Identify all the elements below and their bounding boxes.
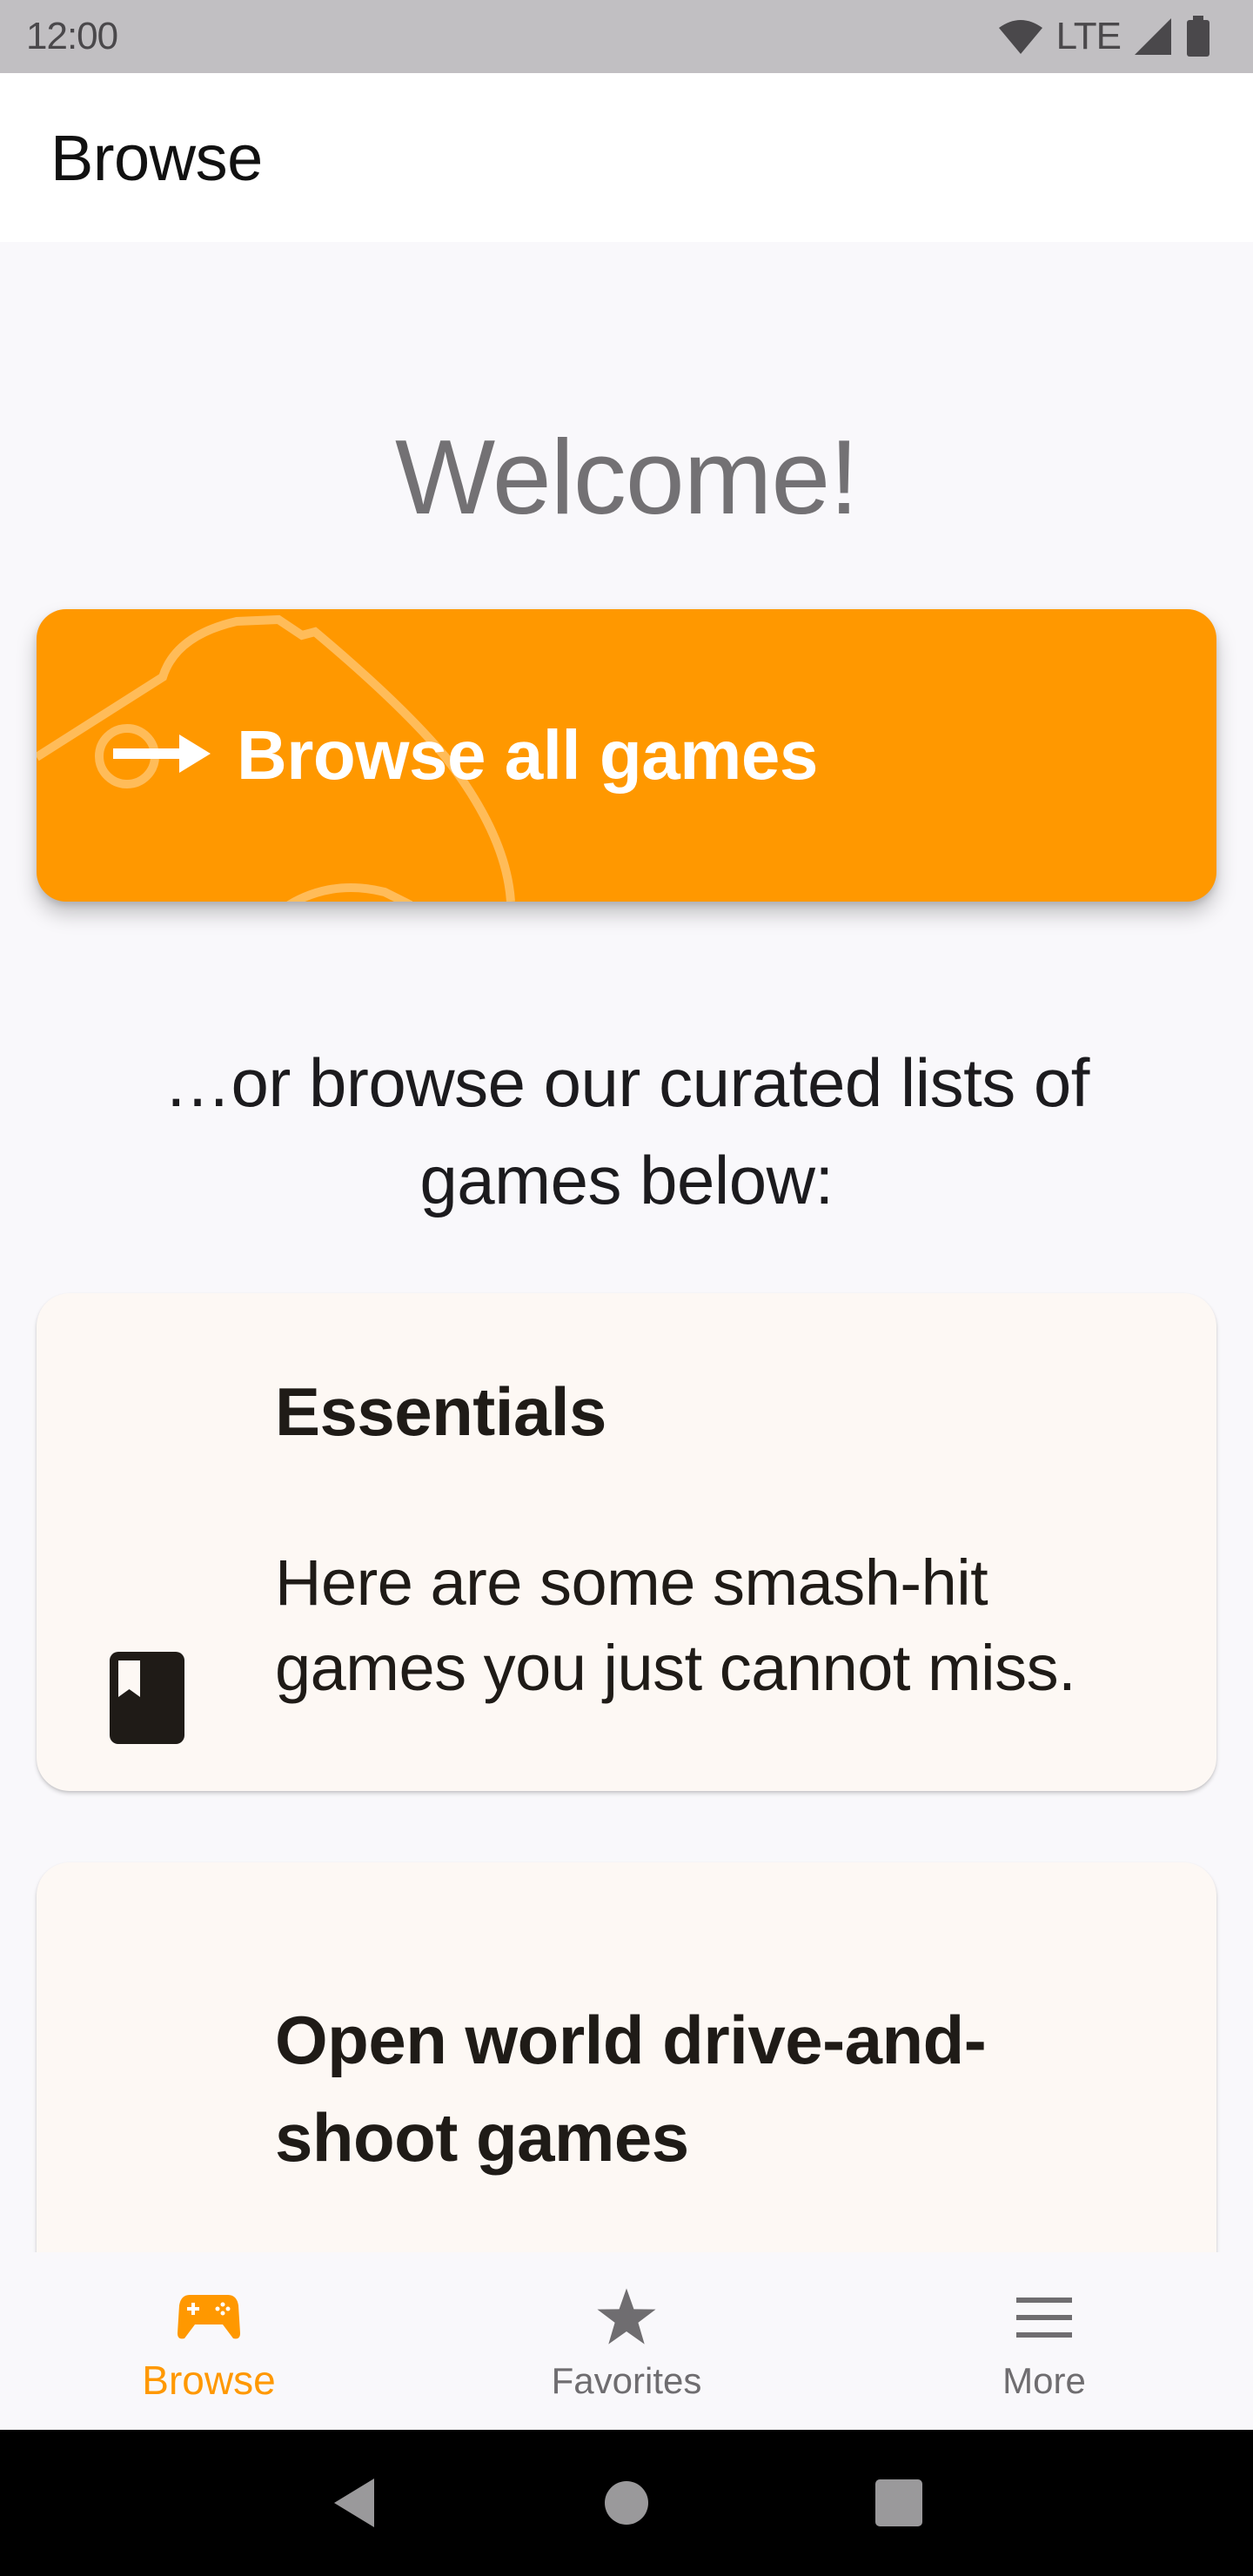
screen: 12:00 LTE Browse Welcome! Browse all gam… xyxy=(0,0,1253,2576)
bottom-navigation: Browse Favorites More xyxy=(0,2252,1253,2430)
gamepad-icon xyxy=(178,2287,240,2348)
app-bar: Browse xyxy=(0,73,1253,242)
status-icons: LTE xyxy=(997,15,1211,58)
nav-item-more[interactable]: More xyxy=(835,2252,1253,2430)
system-navigation-bar xyxy=(0,2430,1253,2576)
wifi-icon xyxy=(997,17,1044,56)
nav-label: Favorites xyxy=(551,2360,702,2401)
page-title: Browse xyxy=(50,121,263,194)
recents-icon[interactable] xyxy=(864,2468,934,2538)
arrow-right-icon xyxy=(113,729,211,782)
book-icon xyxy=(110,1652,184,1744)
nav-item-favorites[interactable]: Favorites xyxy=(418,2252,835,2430)
list-description: Here are some smash-hit games you just c… xyxy=(275,1546,1076,1704)
browse-all-content: Browse all games xyxy=(113,609,818,902)
list-card-essentials[interactable]: Essentials Here are some smash-hit games… xyxy=(37,1293,1216,1791)
back-icon[interactable] xyxy=(319,2468,389,2538)
home-icon[interactable] xyxy=(592,2468,661,2538)
list-title: Essentials xyxy=(275,1373,606,1450)
status-bar: 12:00 LTE xyxy=(0,0,1253,73)
content-scroll[interactable]: Welcome! Browse all games …or browse our… xyxy=(0,242,1253,2252)
list-card-open-world[interactable]: Open world drive-and-shoot games These g… xyxy=(37,1862,1216,2252)
menu-icon xyxy=(1016,2287,1072,2348)
welcome-heading: Welcome! xyxy=(394,418,859,536)
nav-label: Browse xyxy=(142,2358,276,2403)
list-title: Open world drive-and-shoot games xyxy=(275,2002,987,2176)
star-icon xyxy=(596,2287,657,2348)
browse-all-games-button[interactable]: Browse all games xyxy=(37,609,1216,902)
battery-icon xyxy=(1185,16,1211,57)
curated-lists-subtitle: …or browse our curated lists of games be… xyxy=(164,1044,1089,1218)
nav-item-browse[interactable]: Browse xyxy=(0,2252,418,2430)
network-type: LTE xyxy=(1055,15,1122,57)
status-time: 12:00 xyxy=(26,15,118,57)
browse-all-label: Browse all games xyxy=(237,716,818,794)
nav-label: More xyxy=(1002,2360,1086,2401)
signal-icon xyxy=(1133,17,1173,57)
